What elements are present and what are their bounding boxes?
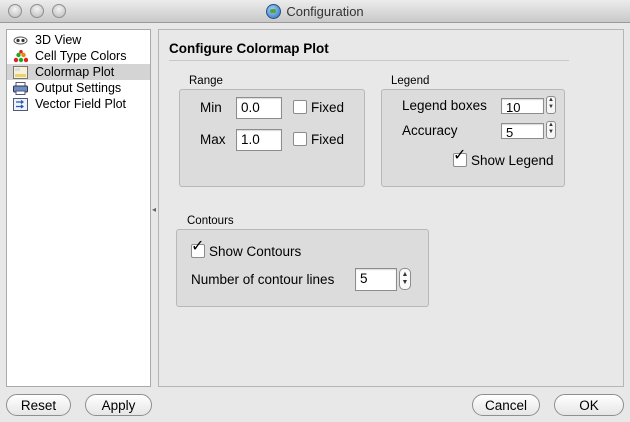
chevron-down-icon: ▼ [548,104,554,110]
legend-group: Legend boxes 10 ▲ ▼ Accuracy 5 ▲ ▼ ✓ Sho… [381,89,565,187]
chevron-up-icon: ▲ [548,97,554,103]
show-contours-label: Show Contours [209,244,302,259]
max-label: Max [200,132,226,147]
range-group: Min 0.0 Fixed Max 1.0 Fixed [179,89,365,187]
show-legend-checkbox[interactable]: ✓ [453,148,467,167]
sidebar-item-label: Colormap Plot [35,65,115,79]
chevron-down-icon: ▼ [401,279,409,286]
range-group-title: Range [189,75,223,87]
sidebar-item-label: Output Settings [35,81,122,95]
max-input[interactable]: 1.0 [236,129,282,151]
show-contours-checkbox[interactable]: ✓ [191,239,205,258]
sidebar-item-cell-type-colors[interactable]: Cell Type Colors [7,48,150,64]
legend-boxes-input[interactable]: 10 [501,98,544,114]
contours-group-title: Contours [187,215,234,227]
accuracy-stepper[interactable]: ▲ ▼ [546,121,556,139]
apply-button[interactable]: Apply [85,394,152,416]
legend-boxes-label: Legend boxes [402,98,487,113]
title-bar: Configuration [0,0,630,23]
printer-icon [13,81,28,95]
check-icon: ✓ [191,238,205,255]
sidebar-item-colormap-plot[interactable]: Colormap Plot [7,64,150,80]
contour-lines-stepper[interactable]: ▲ ▼ [399,268,411,290]
min-fixed-label: Fixed [311,100,345,115]
settings-panel: Configure Colormap Plot Range Min 0.0 Fi… [158,29,624,387]
color-dots-icon [13,49,29,63]
cancel-button[interactable]: Cancel [472,394,540,416]
sidebar-item-label: Vector Field Plot [35,97,127,111]
chevron-up-icon: ▲ [401,271,409,278]
contours-group: ✓ Show Contours Number of contour lines … [176,229,429,307]
sidebar-item-output-settings[interactable]: Output Settings [7,80,150,96]
colormap-icon [13,65,28,79]
chevron-up-icon: ▲ [548,122,554,128]
max-fixed-label: Fixed [311,132,345,147]
sidebar-item-3d-view[interactable]: 3D View [7,32,150,48]
category-sidebar: 3D View Cell Type Colors Colormap Plot O… [6,29,151,387]
min-input[interactable]: 0.0 [236,97,282,119]
ok-button[interactable]: OK [554,394,624,416]
window-title-group: Configuration [0,0,630,23]
accuracy-label: Accuracy [402,123,458,138]
sidebar-item-label: Cell Type Colors [35,49,127,63]
accuracy-input[interactable]: 5 [501,123,544,139]
sidebar-item-label: 3D View [35,33,82,47]
contour-lines-input[interactable]: 5 [355,268,397,291]
legend-group-title: Legend [391,75,430,87]
min-label: Min [200,100,222,115]
sidebar-item-vector-field-plot[interactable]: Vector Field Plot [7,96,150,112]
reset-button[interactable]: Reset [6,394,71,416]
window-title: Configuration [286,4,364,19]
contour-lines-label: Number of contour lines [191,272,335,287]
check-icon: ✓ [453,147,467,164]
globe-icon [266,4,282,19]
max-fixed-checkbox[interactable] [293,132,307,146]
page-title: Configure Colormap Plot [169,41,329,56]
show-legend-label: Show Legend [471,153,554,168]
min-fixed-checkbox[interactable] [293,100,307,114]
heading-divider [169,60,569,61]
eye-icon [13,34,28,47]
chevron-down-icon: ▼ [548,129,554,135]
vector-field-icon [13,97,28,111]
splitter-handle[interactable]: ◂ [152,205,156,214]
legend-boxes-stepper[interactable]: ▲ ▼ [546,96,556,114]
